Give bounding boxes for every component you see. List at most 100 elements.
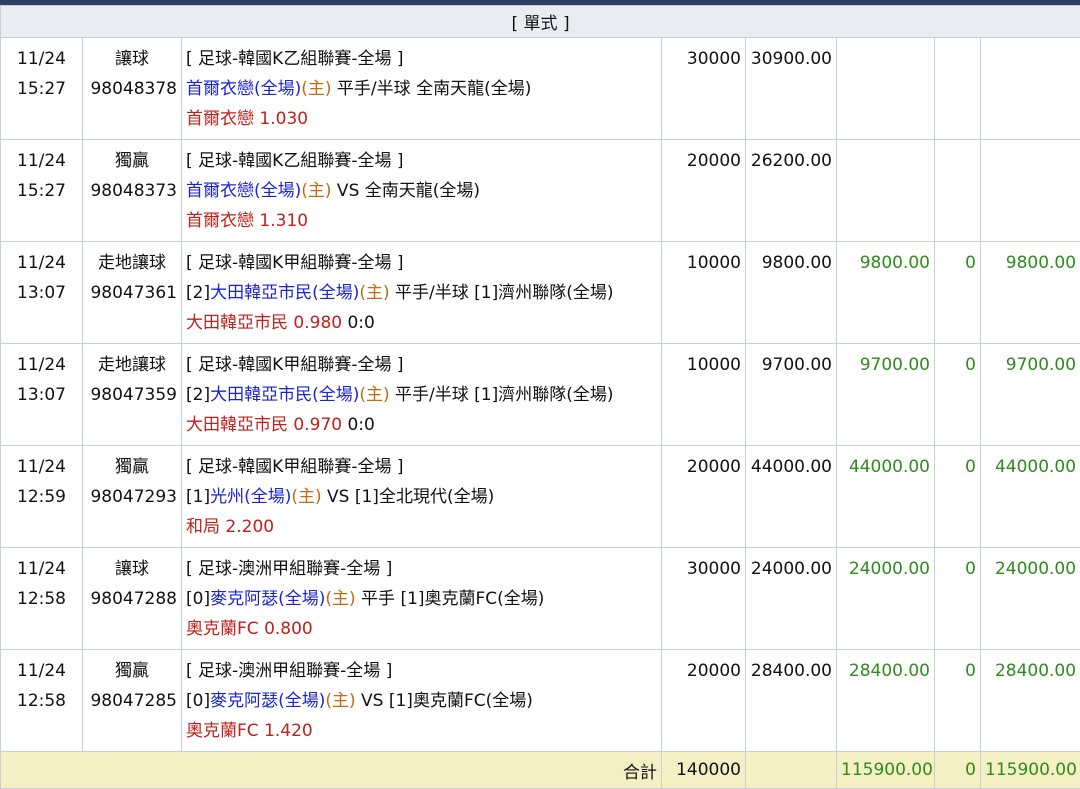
bet-detail-cell: [ 足球-韓國K甲組聯賽-全場 ][2]大田韓亞市民(全場)(主) 平手/半球 … [182,344,662,446]
away-handicap-prefix: [1] [474,283,498,303]
result-value: 44000.00 [985,452,1076,482]
valid-amount-cell: 24000.00 [837,548,935,650]
valid-amount-value: 28400.00 [841,656,930,686]
bet-row: 11/2413:07走地讓球98047359[ 足球-韓國K甲組聯賽-全場 ][… [1,344,1080,446]
commission-cell: 0 [935,242,981,344]
match-line: [2]大田韓亞市民(全場)(主) 平手/半球 [1]濟州聯隊(全場) [186,278,657,308]
date-time-cell: 11/2412:58 [1,650,83,752]
away-team: 全南天龍(全場) [416,79,531,99]
bet-date: 11/24 [5,452,78,482]
commission-value: 0 [939,248,976,278]
away-team: 全南天龍(全場) [365,181,480,201]
home-team: 光州(全場) [210,487,291,507]
home-handicap-prefix: [1] [186,487,210,507]
selection-name: 首爾衣戀 [186,211,259,231]
valid-amount-value: 24000.00 [841,554,930,584]
commission-cell [935,38,981,140]
away-handicap-prefix: [1] [400,589,424,609]
selection-name: 大田韓亞市民 [186,415,293,435]
bet-time: 15:27 [5,74,78,104]
type-ticket-cell: 走地讓球98047359 [83,344,182,446]
bet-detail-cell: [ 足球-韓國K甲組聯賽-全場 ][2]大田韓亞市民(全場)(主) 平手/半球 … [182,242,662,344]
stake-value: 20000 [666,656,741,686]
valid-amount-value: 9700.00 [841,350,930,380]
selection-odds: 0.970 [293,415,342,435]
payout-cell: 30900.00 [746,38,837,140]
section-label: [ 單式 ] [1,6,1080,38]
total-label: 合計 [1,752,662,789]
bet-time: 12:58 [5,584,78,614]
bet-detail-cell: [ 足球-韓國K乙組聯賽-全場 ]首爾衣戀(全場)(主) 平手/半球 全南天龍(… [182,38,662,140]
ticket-number: 98047293 [87,482,177,512]
handicap-line: 平手 [356,589,401,609]
payout-value: 24000.00 [750,554,832,584]
home-handicap-prefix: [2] [186,385,210,405]
commission-cell: 0 [935,446,981,548]
selection-line: 大田韓亞市民 0.970 0:0 [186,410,657,440]
bet-row: 11/2412:58讓球98047288[ 足球-澳洲甲組聯賽-全場 ][0]麥… [1,548,1080,650]
bet-time: 12:59 [5,482,78,512]
bet-type: 讓球 [87,44,177,74]
away-team: 奧克蘭FC(全場) [413,691,533,711]
handicap-line: VS [332,181,365,201]
commission-value: 0 [939,452,976,482]
result-value: 28400.00 [985,656,1076,686]
result-cell: 28400.00 [981,650,1080,752]
bet-time: 15:27 [5,176,78,206]
commission-cell: 0 [935,548,981,650]
bet-row: 11/2412:58獨贏98047285[ 足球-澳洲甲組聯賽-全場 ][0]麥… [1,650,1080,752]
league-name: [ 足球-韓國K乙組聯賽-全場 ] [186,44,657,74]
home-handicap-prefix: [2] [186,283,210,303]
payout-cell: 26200.00 [746,140,837,242]
home-team: 麥克阿瑟(全場) [210,691,325,711]
valid-amount-cell: 9700.00 [837,344,935,446]
home-marker: (主) [325,691,355,711]
result-value: 9800.00 [985,248,1076,278]
handicap-line: 平手/半球 [390,283,475,303]
payout-cell: 9800.00 [746,242,837,344]
commission-cell: 0 [935,650,981,752]
payout-value: 26200.00 [750,146,832,176]
bet-row: 11/2413:07走地讓球98047361[ 足球-韓國K甲組聯賽-全場 ][… [1,242,1080,344]
stake-value: 10000 [666,350,741,380]
total-valid: 115900.00 [837,752,935,789]
result-value [985,146,1076,176]
valid-amount-cell: 28400.00 [837,650,935,752]
payout-value: 44000.00 [750,452,832,482]
home-marker: (主) [291,487,321,507]
selection-odds: 1.420 [264,721,313,741]
selection-line: 大田韓亞市民 0.980 0:0 [186,308,657,338]
home-marker: (主) [359,283,389,303]
total-row: 合計140000115900.000115900.00 [1,752,1080,789]
bet-date: 11/24 [5,554,78,584]
home-handicap-prefix: [0] [186,691,210,711]
bet-date: 11/24 [5,656,78,686]
type-ticket-cell: 讓球98047288 [83,548,182,650]
commission-cell [935,140,981,242]
type-ticket-cell: 讓球98048378 [83,38,182,140]
league-name: [ 足球-韓國K甲組聯賽-全場 ] [186,350,657,380]
home-marker: (主) [301,79,331,99]
selection-name: 大田韓亞市民 [186,313,293,333]
league-name: [ 足球-韓國K甲組聯賽-全場 ] [186,248,657,278]
league-name: [ 足球-韓國K甲組聯賽-全場 ] [186,452,657,482]
payout-value: 30900.00 [750,44,832,74]
bet-history-table: [ 單式 ] 11/2415:27讓球98048378[ 足球-韓國K乙組聯賽-… [0,5,1080,789]
match-line: [2]大田韓亞市民(全場)(主) 平手/半球 [1]濟州聯隊(全場) [186,380,657,410]
date-time-cell: 11/2415:27 [1,38,83,140]
total-commission: 0 [935,752,981,789]
valid-amount-value [841,146,930,176]
valid-amount-cell: 44000.00 [837,446,935,548]
ticket-number: 98047288 [87,584,177,614]
away-team: 奧克蘭FC(全場) [425,589,545,609]
stake-cell: 10000 [662,242,746,344]
result-cell: 9800.00 [981,242,1080,344]
away-team: 濟州聯隊(全場) [498,385,613,405]
bet-type: 讓球 [87,554,177,584]
ticket-number: 98048373 [87,176,177,206]
payout-cell: 44000.00 [746,446,837,548]
bet-type: 獨贏 [87,656,177,686]
home-team: 首爾衣戀(全場) [186,79,301,99]
away-handicap-prefix: [1] [355,487,379,507]
stake-cell: 10000 [662,344,746,446]
